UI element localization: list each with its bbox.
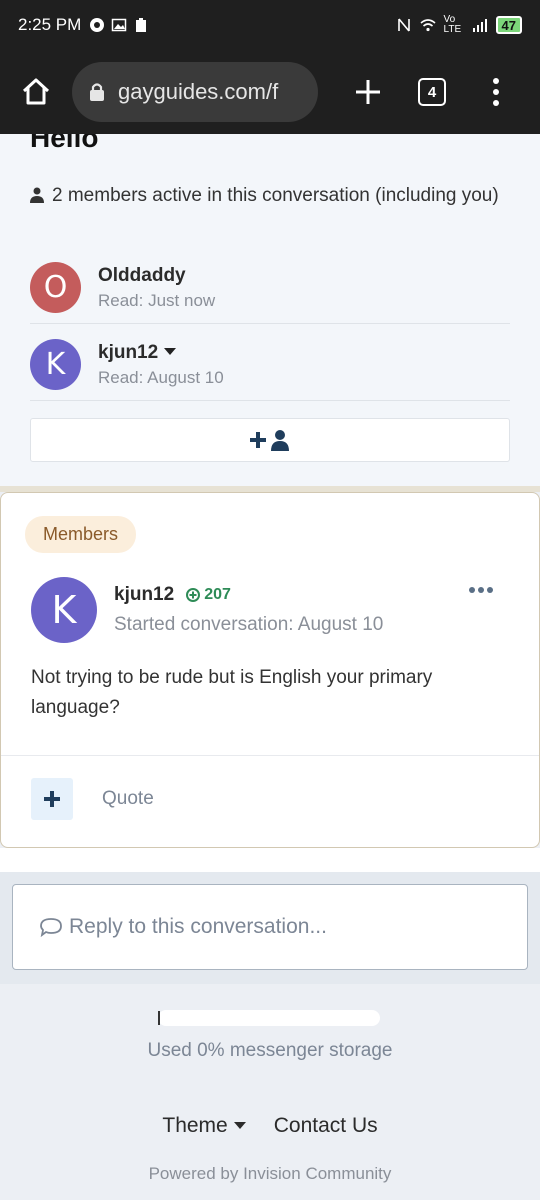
participant-row[interactable]: O Olddaddy Read: Just now (30, 252, 510, 324)
lock-icon (90, 83, 104, 101)
network-label: Vo LTE (443, 14, 462, 35)
new-tab-button[interactable] (348, 72, 388, 112)
comment-icon (40, 918, 62, 937)
url-text: gayguides.com/f (118, 79, 279, 104)
menu-dot (493, 78, 499, 84)
participants-panel: Hello 2 members active in this conversat… (0, 134, 540, 486)
signal-icon (472, 19, 487, 32)
plus-icon (44, 791, 60, 807)
plus-icon (356, 80, 380, 104)
status-time: 2:25 PM (18, 15, 82, 34)
reputation-badge: 207 (186, 586, 231, 604)
post-body: Not trying to be rude but is English you… (31, 667, 433, 718)
browser-toolbar: gayguides.com/f 4 (0, 50, 540, 134)
wifi-icon (420, 19, 436, 32)
multiquote-button[interactable] (31, 778, 73, 820)
add-participant-button[interactable] (30, 418, 510, 462)
ellipsis-dot (487, 587, 493, 593)
theme-selector[interactable]: Theme (162, 1114, 246, 1138)
participant-name[interactable]: Olddaddy (98, 265, 215, 287)
conversation-title: Hello (30, 134, 99, 153)
address-bar[interactable]: gayguides.com/f (72, 62, 318, 122)
powered-by-text: Powered by Invision Community (148, 1164, 392, 1183)
add-user-icon (250, 430, 289, 451)
clipboard-icon (136, 18, 147, 32)
contact-us-link[interactable]: Contact Us (274, 1114, 378, 1138)
participant-name-label[interactable]: kjun12 (98, 342, 158, 363)
chevron-down-icon[interactable] (233, 1122, 246, 1129)
page-footer: Used 0% messenger storage Theme Contact … (0, 984, 540, 1200)
tab-switcher-button[interactable]: 4 (418, 78, 446, 106)
active-members-label: 2 members active in this conversation (i… (52, 185, 499, 206)
participant-name[interactable]: kjun12 (98, 342, 224, 364)
theme-label[interactable]: Theme (162, 1114, 227, 1137)
post-options-button[interactable] (469, 587, 493, 593)
reply-input[interactable]: Reply to this conversation... (12, 884, 528, 970)
footer-links: Theme Contact Us (0, 1114, 540, 1138)
post-author: K kjun12 207 Started conversation: Augus… (31, 577, 383, 643)
nfc-icon (397, 18, 410, 32)
user-icon (30, 187, 44, 203)
ellipsis-dot (469, 587, 475, 593)
reply-placeholder: Reply to this conversation... (69, 915, 327, 938)
storage-progress-bar (158, 1010, 380, 1026)
page-content: Hello 2 members active in this conversat… (0, 134, 540, 1200)
ellipsis-dot (478, 587, 484, 593)
battery-icon: 47 (495, 16, 522, 34)
quote-button[interactable]: Quote (102, 788, 154, 810)
conversation-post: Members K kjun12 207 Started conversatio… (0, 492, 540, 848)
home-icon (22, 78, 50, 105)
image-icon (112, 18, 127, 32)
member-group-badge: Members (25, 516, 137, 553)
reply-area: Reply to this conversation... (0, 872, 540, 984)
plus-circle-icon (186, 588, 201, 602)
active-members-text: 2 members active in this conversation (i… (30, 184, 504, 208)
post-footer: Quote (1, 755, 539, 847)
reputation-count: 207 (204, 586, 231, 603)
storage-text: Used 0% messenger storage (147, 1040, 393, 1061)
menu-dot (493, 100, 499, 106)
avatar[interactable]: O (30, 262, 81, 313)
author-name[interactable]: kjun12 (114, 584, 174, 606)
author-avatar[interactable]: K (31, 577, 97, 643)
spacer (0, 848, 540, 872)
home-button[interactable] (16, 72, 56, 112)
chrome-icon (90, 18, 105, 32)
storage-progress-fill (158, 1011, 160, 1025)
avatar[interactable]: K (30, 339, 81, 390)
menu-dot (493, 89, 499, 95)
browser-menu-button[interactable] (486, 72, 506, 112)
chevron-down-icon[interactable] (164, 347, 177, 355)
participant-read-status: Read: Just now (98, 290, 216, 310)
participant-row[interactable]: K kjun12 Read: August 10 (30, 329, 510, 401)
participant-read-status: Read: August 10 (98, 367, 224, 387)
status-bar: 2:25 PM Vo LTE 47 (0, 0, 540, 50)
post-date: Started conversation: August 10 (114, 614, 384, 635)
